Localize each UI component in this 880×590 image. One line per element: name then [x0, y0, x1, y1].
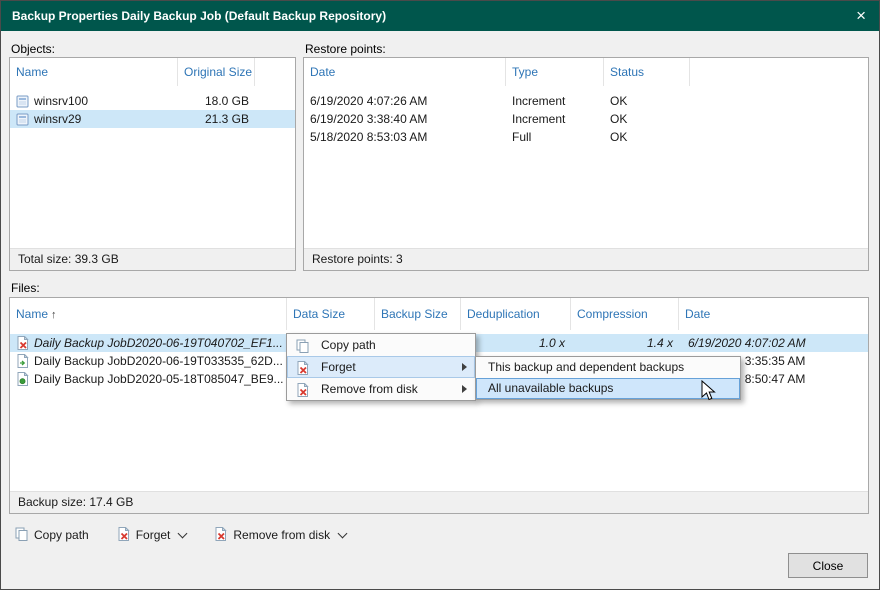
restore-date-cell: 6/19/2020 3:38:40 AM — [304, 110, 506, 128]
restore-table-header: Date Type Status — [304, 58, 868, 86]
column-header-name[interactable]: Name↑ — [10, 298, 287, 330]
copy-path-button[interactable]: Copy path — [11, 524, 93, 547]
file-name: Daily Backup JobD2020-06-19T040702_EF1..… — [34, 334, 283, 352]
file-name: Daily Backup JobD2020-06-19T033535_62D..… — [34, 352, 283, 370]
file-name-cell: Daily Backup JobD2020-05-18T085047_BE9..… — [10, 370, 287, 388]
close-button[interactable]: Close — [788, 553, 868, 578]
file-compression-cell: 1.4 x — [571, 334, 679, 352]
object-name-cell: winsrv29 — [10, 110, 178, 128]
remove-from-disk-button[interactable]: Remove from disk — [210, 524, 350, 547]
file-name-cell: Daily Backup JobD2020-06-19T033535_62D..… — [10, 352, 287, 370]
increment-backup-file-icon — [16, 354, 29, 368]
chevron-down-icon — [178, 529, 188, 539]
column-header-empty — [690, 58, 868, 86]
files-label: Files: — [11, 281, 40, 295]
restore-type-cell: Full — [506, 128, 604, 146]
column-header-date[interactable]: Date — [304, 58, 506, 86]
column-header-name-label: Name — [16, 307, 48, 321]
vm-icon — [16, 95, 29, 108]
objects-table-body: winsrv100 18.0 GB winsrv29 21.3 GB — [10, 86, 295, 128]
file-date-cell: 6/19/2020 4:07:02 AM — [679, 334, 868, 352]
sort-ascending-icon: ↑ — [51, 309, 57, 321]
object-name: winsrv29 — [34, 110, 81, 128]
object-size-cell: 21.3 GB — [178, 110, 255, 128]
unavailable-backup-file-icon — [16, 336, 29, 350]
restore-status-cell: OK — [604, 110, 690, 128]
remove-from-disk-label: Remove from disk — [233, 528, 330, 542]
table-row[interactable]: 6/19/2020 3:38:40 AM Increment OK — [304, 110, 868, 128]
forget-label: Forget — [136, 528, 171, 542]
files-footer: Backup size: 17.4 GB — [10, 491, 868, 513]
column-header-backup-size[interactable]: Backup Size — [375, 298, 461, 330]
restore-points-panel: Date Type Status 6/19/2020 4:07:26 AM In… — [303, 57, 869, 271]
object-name-cell: winsrv100 — [10, 92, 178, 110]
table-row[interactable]: 6/19/2020 4:07:26 AM Increment OK — [304, 92, 868, 110]
restore-type-cell: Increment — [506, 110, 604, 128]
submenu-item-this-backup[interactable]: This backup and dependent backups — [476, 357, 740, 378]
restore-footer: Restore points: 3 — [304, 248, 868, 270]
column-header-empty — [255, 58, 295, 86]
column-header-compression[interactable]: Compression — [571, 298, 679, 330]
copy-icon — [15, 527, 28, 544]
column-header-status[interactable]: Status — [604, 58, 690, 86]
mouse-cursor — [701, 380, 716, 402]
remove-from-disk-icon — [214, 527, 227, 544]
restore-date-cell: 5/18/2020 8:53:03 AM — [304, 128, 506, 146]
object-size-cell: 18.0 GB — [178, 92, 255, 110]
column-header-date[interactable]: Date — [679, 298, 868, 330]
file-name: Daily Backup JobD2020-05-18T085047_BE9..… — [34, 370, 284, 388]
restore-status-cell: OK — [604, 128, 690, 146]
column-header-name[interactable]: Name — [10, 58, 178, 86]
remove-from-disk-icon — [296, 382, 309, 404]
restore-table-body: 6/19/2020 4:07:26 AM Increment OK 6/19/2… — [304, 86, 868, 146]
window-title: Backup Properties Daily Backup Job (Defa… — [12, 9, 386, 23]
objects-panel: Name Original Size winsrv100 18.0 GB win… — [9, 57, 296, 271]
restore-points-label: Restore points: — [305, 42, 386, 56]
restore-status-cell: OK — [604, 92, 690, 110]
full-backup-file-icon — [16, 372, 29, 386]
backup-properties-dialog: Backup Properties Daily Backup Job (Defa… — [0, 0, 880, 590]
menu-item-label: Forget — [321, 360, 356, 374]
column-header-deduplication[interactable]: Deduplication — [461, 298, 571, 330]
column-header-original-size[interactable]: Original Size — [178, 58, 255, 86]
titlebar: Backup Properties Daily Backup Job (Defa… — [1, 1, 879, 31]
files-table-header: Name↑ Data Size Backup Size Deduplicatio… — [10, 298, 868, 330]
file-dedup-cell: 1.0 x — [461, 334, 571, 352]
object-name: winsrv100 — [34, 92, 88, 110]
menu-item-label: Remove from disk — [321, 382, 418, 396]
menu-item-label: Copy path — [321, 338, 376, 352]
files-panel: Name↑ Data Size Backup Size Deduplicatio… — [9, 297, 869, 514]
column-header-type[interactable]: Type — [506, 58, 604, 86]
copy-path-label: Copy path — [34, 528, 89, 542]
chevron-down-icon — [338, 529, 348, 539]
table-row[interactable]: winsrv100 18.0 GB — [10, 92, 295, 110]
menu-item-forget[interactable]: Forget — [287, 356, 475, 378]
context-menu: Copy path Forget Remove from disk — [286, 333, 476, 401]
vm-icon — [16, 113, 29, 126]
objects-label: Objects: — [11, 42, 55, 56]
file-name-cell: Daily Backup JobD2020-06-19T040702_EF1..… — [10, 334, 287, 352]
restore-date-cell: 6/19/2020 4:07:26 AM — [304, 92, 506, 110]
submenu-arrow-icon — [462, 363, 467, 371]
table-row[interactable]: winsrv29 21.3 GB — [10, 110, 295, 128]
objects-table-header: Name Original Size — [10, 58, 295, 86]
table-row[interactable]: 5/18/2020 8:53:03 AM Full OK — [304, 128, 868, 146]
column-header-data-size[interactable]: Data Size — [287, 298, 375, 330]
close-icon[interactable]: × — [856, 4, 866, 28]
restore-type-cell: Increment — [506, 92, 604, 110]
menu-item-remove-from-disk[interactable]: Remove from disk — [287, 378, 475, 400]
forget-icon — [117, 527, 130, 544]
menu-item-copy-path[interactable]: Copy path — [287, 334, 475, 356]
objects-footer: Total size: 39.3 GB — [10, 248, 295, 270]
forget-button[interactable]: Forget — [113, 524, 191, 547]
submenu-arrow-icon — [462, 385, 467, 393]
files-toolbar: Copy path Forget Remove from disk — [11, 522, 350, 548]
